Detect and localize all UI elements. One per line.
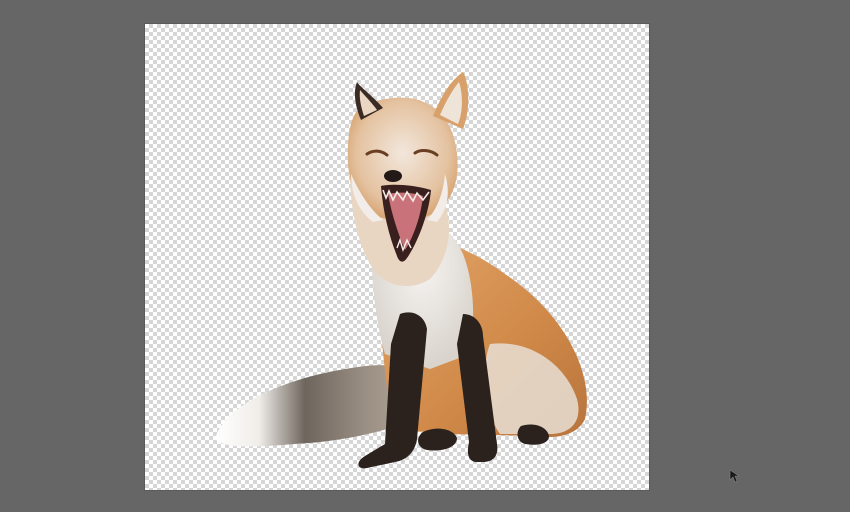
fox-image-layer[interactable] bbox=[145, 24, 649, 490]
arrow-pointer-icon bbox=[729, 469, 740, 483]
fox-nose bbox=[384, 170, 402, 182]
fox-rear-paw bbox=[418, 428, 457, 451]
document-canvas[interactable] bbox=[145, 24, 649, 490]
fox-tail bbox=[215, 365, 415, 447]
editor-workspace[interactable] bbox=[0, 0, 850, 512]
